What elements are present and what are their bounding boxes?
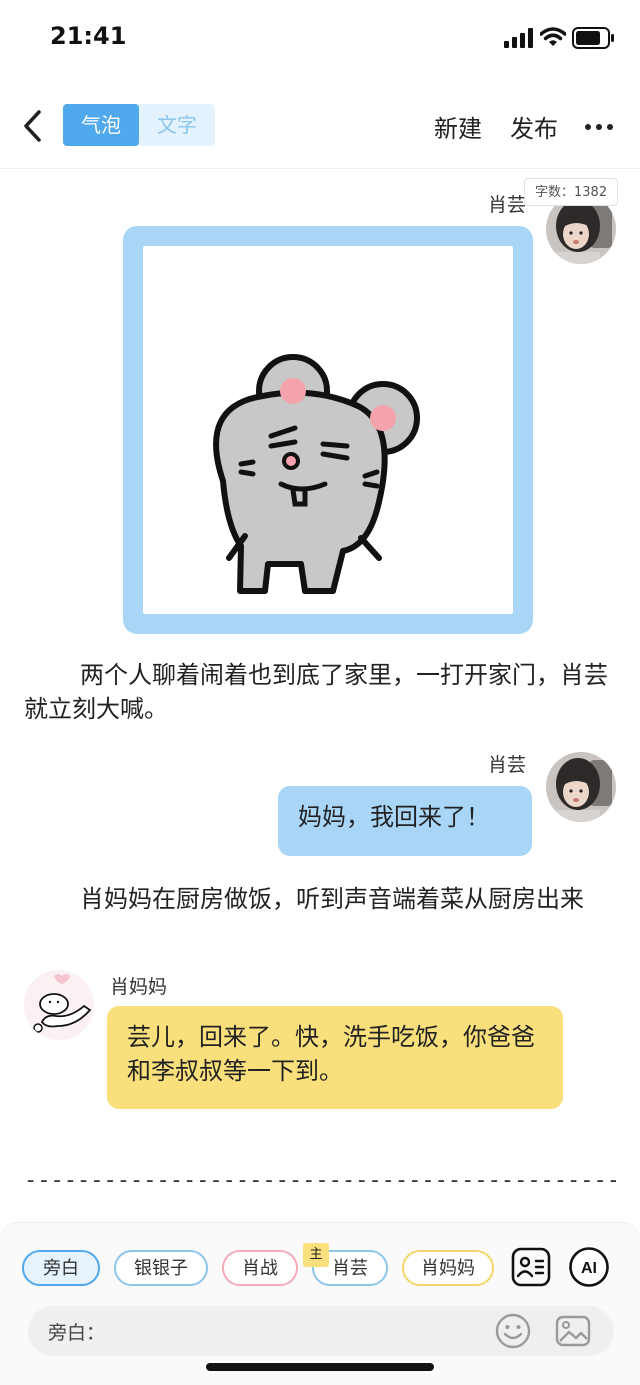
role-chip-xiaozhan[interactable]: 肖战 [222, 1250, 298, 1286]
wifi-icon [540, 27, 566, 46]
role-chip-xiaomama[interactable]: 肖妈妈 [402, 1250, 494, 1286]
top-nav-bar: 气泡 文字 新建 发布 [0, 96, 640, 158]
cellular-signal-icon [504, 28, 533, 48]
ai-icon[interactable]: AI [568, 1246, 610, 1288]
home-indicator [206, 1363, 434, 1371]
svg-text:AI: AI [581, 1260, 597, 1277]
sender-name: 肖芸 [488, 754, 527, 776]
sender-name: 肖妈妈 [110, 976, 168, 998]
sender-name: 肖芸 [488, 194, 527, 216]
chat-bubble[interactable]: 芸儿，回来了。快，洗手吃饭，你爸爸和李叔叔等一下到。 [107, 1006, 563, 1109]
tab-bubble[interactable]: 气泡 [63, 104, 139, 146]
tab-text[interactable]: 文字 [139, 104, 215, 146]
status-bar: 21:41 [0, 0, 640, 76]
sticker-image [143, 246, 513, 614]
back-arrow-icon[interactable] [18, 106, 48, 146]
mode-toggle: 气泡 文字 [63, 104, 215, 146]
clock: 21:41 [50, 22, 127, 50]
new-button[interactable]: 新建 [434, 109, 482, 144]
role-chip-yinyinzi[interactable]: 银银子 [114, 1250, 208, 1286]
chat-bubble[interactable]: 妈妈，我回来了！ [278, 786, 532, 856]
avatar[interactable] [24, 970, 94, 1040]
more-icon[interactable] [584, 112, 614, 142]
image-icon[interactable] [554, 1312, 592, 1350]
narration-paragraph[interactable]: 两个人聊着闹着也到底了家里，一打开家门，肖芸就立刻大喊。 [24, 658, 616, 726]
message-input[interactable]: 旁白： [28, 1306, 614, 1356]
publish-button[interactable]: 发布 [510, 109, 558, 144]
character-card-icon[interactable] [510, 1246, 552, 1288]
sticker-bubble[interactable] [123, 226, 533, 634]
word-count-badge: 字数：1382 [524, 178, 619, 206]
emoji-icon[interactable] [494, 1312, 532, 1350]
nav-divider [0, 168, 640, 169]
avatar[interactable] [546, 752, 616, 822]
battery-icon [572, 27, 614, 49]
dashed-separator: ----------------------------------------… [24, 1168, 616, 1193]
role-chip-narrator[interactable]: 旁白 [22, 1250, 100, 1286]
narration-paragraph[interactable]: 肖妈妈在厨房做饭，听到声音端着菜从厨房出来 [24, 882, 616, 916]
main-role-badge: 主 [303, 1243, 329, 1267]
input-role-label: 旁白： [48, 1322, 106, 1344]
